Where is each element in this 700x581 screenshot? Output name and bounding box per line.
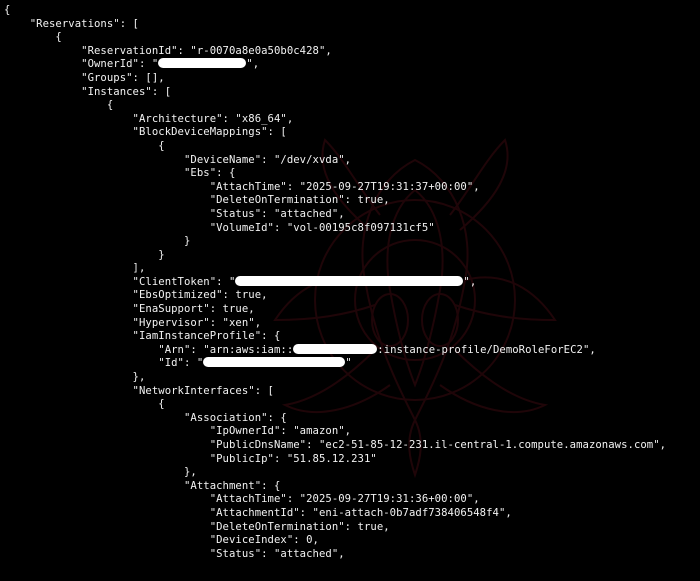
json-line-text: "ClientToken": " <box>4 275 236 288</box>
json-line: "Hypervisor": "xen", <box>4 317 696 331</box>
json-line-text: }, <box>4 371 146 384</box>
json-line-text: "EnaSupport": true, <box>4 303 255 316</box>
json-line: { <box>4 398 696 412</box>
json-line-suffix: ", <box>463 275 477 288</box>
json-line-text: }, <box>4 466 197 479</box>
json-line-text: "PublicDnsName": "ec2-51-85-12-231.il-ce… <box>4 439 667 451</box>
json-line: "AttachTime": "2025-09-27T19:31:37+00:00… <box>4 181 696 195</box>
json-line: "Architecture": "x86_64", <box>4 113 696 127</box>
json-line: "PublicIp": "51.85.12.231" <box>4 453 696 467</box>
json-line: "Instances": [ <box>4 86 696 100</box>
json-line: "Ebs": { <box>4 167 696 181</box>
json-line: "Attachment": { <box>4 480 696 494</box>
json-line-text: "OwnerId": " <box>4 58 159 71</box>
json-line: "DeviceName": "/dev/xvda", <box>4 154 696 168</box>
json-line: "DeleteOnTermination": true, <box>4 194 696 208</box>
json-line: { <box>4 31 696 45</box>
json-line: "Arn": "arn:aws:iam:::instance-profile/D… <box>4 343 696 358</box>
json-line: "Groups": [], <box>4 72 696 86</box>
json-line: { <box>4 140 696 154</box>
json-line-text: "PublicIp": "51.85.12.231" <box>4 452 377 465</box>
json-line: "OwnerId": " ", <box>4 58 696 72</box>
json-line: "EbsOptimized": true, <box>4 289 696 303</box>
json-line-text: "Groups": [], <box>4 71 165 84</box>
json-line: "AttachmentId": "eni-attach-0b7adf738406… <box>4 507 696 521</box>
json-line-text: "Architecture": "x86_64", <box>4 112 294 125</box>
json-line: "Status": "attached", <box>4 208 696 222</box>
redacted-profile-id <box>203 357 346 368</box>
json-line: "EnaSupport": true, <box>4 303 696 317</box>
json-line-text: "DeleteOnTermination": true, <box>4 194 390 207</box>
json-line: "Id": " " <box>4 357 696 371</box>
json-line: "VolumeId": "vol-00195c8f097131cf5" <box>4 222 696 236</box>
json-line: "Association": { <box>4 412 696 426</box>
json-line-text: "Instances": [ <box>4 85 172 98</box>
json-line-text: "EbsOptimized": true, <box>4 289 268 302</box>
redacted-owner-id <box>158 58 247 69</box>
json-line-text: "DeviceName": "/dev/xvda", <box>4 153 352 166</box>
json-line-suffix: :instance-profile/DemoRoleForEC2", <box>377 343 596 356</box>
json-line-text: "AttachmentId": "eni-attach-0b7adf738406… <box>4 506 512 519</box>
json-line-text: "Ebs": { <box>4 167 236 180</box>
json-line-text: "IpOwnerId": "amazon", <box>4 425 352 438</box>
json-line: "ReservationId": "r-0070a8e0a50b0c428", <box>4 45 696 59</box>
json-line-text: "ReservationId": "r-0070a8e0a50b0c428", <box>4 44 332 57</box>
json-line-text: ], <box>4 262 146 275</box>
json-line: "IpOwnerId": "amazon", <box>4 425 696 439</box>
terminal-output: { "Reservations": [ { "ReservationId": "… <box>0 0 700 581</box>
json-line-text: "Id": " <box>4 357 204 370</box>
json-line: "BlockDeviceMappings": [ <box>4 126 696 140</box>
json-line-text: "BlockDeviceMappings": [ <box>4 126 287 139</box>
json-line: "Reservations": [ <box>4 18 696 32</box>
json-line: { <box>4 99 696 113</box>
json-line: "AttachTime": "2025-09-27T19:31:36+00:00… <box>4 493 696 507</box>
json-line-text: } <box>4 235 191 248</box>
json-line-text: { <box>4 139 165 152</box>
json-line: } <box>4 235 696 249</box>
json-line-text: } <box>4 248 165 261</box>
json-line-text: "AttachTime": "2025-09-27T19:31:36+00:00… <box>4 493 480 506</box>
json-line-text: "Status": "attached", <box>4 547 345 560</box>
json-line-text: "Reservations": [ <box>4 17 139 30</box>
redacted-client-token <box>235 275 464 286</box>
json-line-text: { <box>4 31 62 44</box>
json-line-text: "Attachment": { <box>4 479 281 492</box>
json-line-text: "IamInstanceProfile": { <box>4 330 281 343</box>
json-line-text: "Hypervisor": "xen", <box>4 316 262 329</box>
json-line-suffix: ", <box>246 58 260 71</box>
json-line: "DeleteOnTermination": true, <box>4 521 696 535</box>
json-line: "PublicDnsName": "ec2-51-85-12-231.il-ce… <box>4 439 696 453</box>
json-line: "DeviceIndex": 0, <box>4 534 696 548</box>
json-line: ], <box>4 262 696 276</box>
json-line: }, <box>4 466 696 480</box>
json-line-text: "NetworkInterfaces": [ <box>4 384 274 397</box>
json-line: } <box>4 249 696 263</box>
json-line: "IamInstanceProfile": { <box>4 330 696 344</box>
json-line-text: "Arn": "arn:aws:iam:: <box>4 343 294 356</box>
json-line-text: "AttachTime": "2025-09-27T19:31:37+00:00… <box>4 180 480 193</box>
json-line-text: "VolumeId": "vol-00195c8f097131cf5" <box>4 221 435 234</box>
json-line: }, <box>4 371 696 385</box>
json-line-text: "DeviceIndex": 0, <box>4 534 319 547</box>
json-line: { <box>4 4 696 18</box>
json-line-text: { <box>4 4 11 16</box>
json-line-text: "DeleteOnTermination": true, <box>4 520 390 533</box>
json-output: { "Reservations": [ { "ReservationId": "… <box>4 4 696 561</box>
json-line: "ClientToken": " ", <box>4 275 696 290</box>
json-line-suffix: " <box>345 357 352 370</box>
json-line-text: { <box>4 99 114 112</box>
json-line-text: "Status": "attached", <box>4 207 345 220</box>
json-line: "Status": "attached", <box>4 548 696 562</box>
json-line-text: "Association": { <box>4 411 287 424</box>
redacted-account-id <box>293 343 378 354</box>
json-line-text: { <box>4 398 165 411</box>
json-line: "NetworkInterfaces": [ <box>4 385 696 399</box>
